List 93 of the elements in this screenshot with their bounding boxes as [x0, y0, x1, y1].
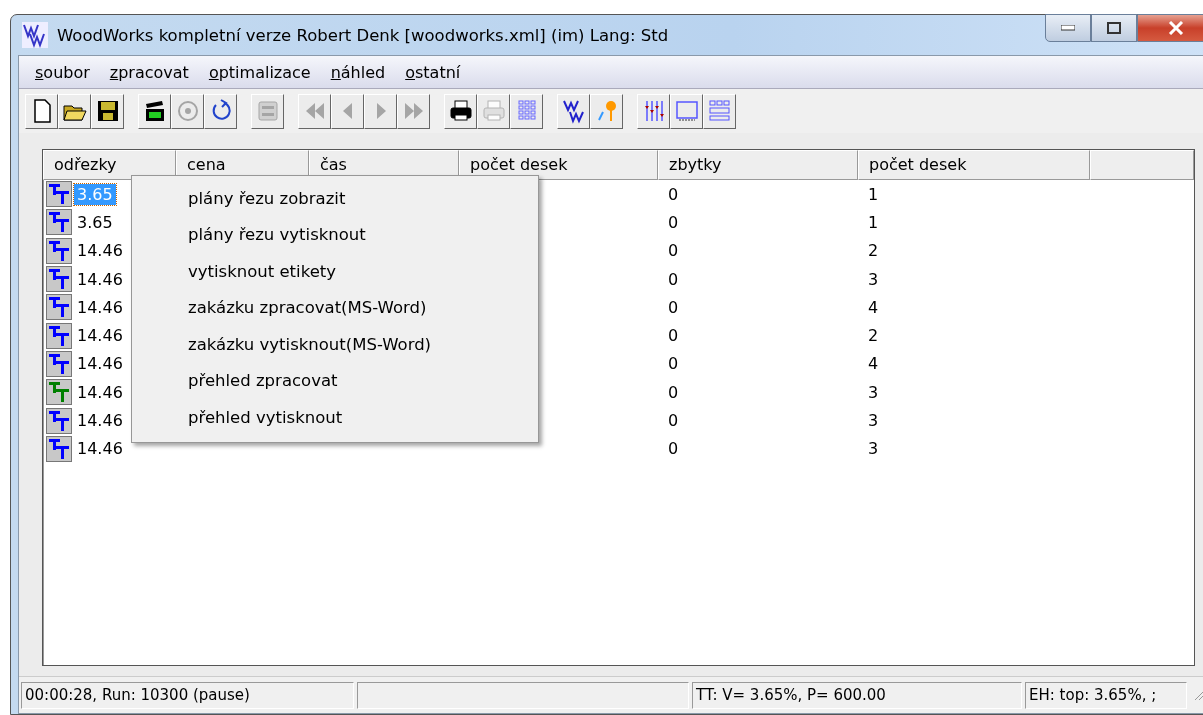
key-icon: [597, 101, 616, 121]
table-cell: 0: [668, 241, 679, 261]
toolbar-button[interactable]: [91, 93, 124, 129]
grid-icon: [518, 100, 535, 120]
toolbar-button[interactable]: [444, 93, 477, 129]
table-cell: 0: [668, 411, 679, 430]
context-menu-item[interactable]: přehled vytisknout: [188, 399, 538, 436]
menu-item[interactable]: zpracovat: [109, 62, 189, 82]
toolbar-button[interactable]: [58, 93, 91, 129]
tt-icon: [46, 350, 72, 377]
table-cell[interactable]: 14.46: [74, 381, 126, 403]
window-title: WoodWorks kompletní verze Robert Denk [woodworks.xml] (im) Lang: Std: [57, 25, 669, 45]
table-cell[interactable]: 14.46: [74, 353, 126, 375]
left-triangle-icon: [342, 103, 352, 119]
table-cell: 1: [868, 184, 879, 204]
fast-forward-icon: [404, 103, 423, 119]
layout-icon: [709, 100, 729, 121]
table-cell: 3: [868, 411, 879, 430]
table-cell: 0: [668, 269, 679, 289]
context-menu-item[interactable]: plány řezu zobrazit: [188, 180, 538, 217]
tt-icon: [46, 407, 72, 434]
table-cell: 3: [868, 382, 879, 402]
menu-item[interactable]: náhled: [330, 62, 386, 82]
maximize-button[interactable]: [1091, 14, 1137, 42]
toolbar-button[interactable]: [138, 93, 171, 129]
status-bar-panel: EH: top: 3.65%, ;: [1025, 681, 1187, 709]
table-cell: 3: [868, 439, 879, 459]
table-cell: 4: [868, 297, 879, 317]
tt-icon: [46, 379, 72, 406]
table-cell[interactable]: 14.46: [74, 240, 126, 262]
toolbar-button[interactable]: [557, 93, 590, 129]
ww-logo-icon: [562, 100, 584, 124]
table-cell: 2: [868, 241, 879, 261]
tt-icon: [46, 294, 72, 321]
column-header[interactable]: odřezky: [43, 150, 176, 180]
tt-icon: [46, 322, 72, 349]
table-cell: 0: [668, 439, 679, 459]
rewind-icon: [305, 103, 324, 119]
close-icon: [1168, 21, 1184, 35]
minimize-button[interactable]: [1045, 14, 1091, 42]
tt-icon: [46, 209, 72, 236]
context-menu-item[interactable]: zakázku vytisknout(MS-Word): [188, 326, 538, 363]
frame-icon: [675, 101, 698, 121]
table-cell: 1: [868, 212, 879, 232]
table-cell[interactable]: 14.46: [74, 268, 126, 290]
menu-item[interactable]: optimalizace: [208, 62, 311, 82]
table-cell: 0: [668, 326, 679, 346]
table-cell: 0: [668, 297, 679, 317]
context-menu-item[interactable]: zakázku zpracovat(MS-Word): [188, 289, 538, 326]
sliders-icon: [644, 100, 664, 122]
table-cell[interactable]: 14.46: [74, 296, 126, 318]
status-bar-panel: TT: V= 3.65%, P= 600.00: [692, 681, 1022, 709]
tt-icon: [46, 181, 72, 208]
column-header[interactable]: zbytky: [658, 150, 858, 180]
context-menu-item[interactable]: plány řezu vytisknout: [188, 216, 538, 253]
table-cell: 3: [868, 269, 879, 289]
table-cell: 0: [668, 354, 679, 374]
table-cell: 0: [668, 212, 679, 232]
right-triangle-icon: [376, 103, 386, 119]
tt-icon: [46, 237, 72, 264]
table-cell[interactable]: 14.46: [74, 438, 126, 460]
table-cell[interactable]: 14.46: [74, 325, 126, 347]
table-cell: 0: [668, 184, 679, 204]
tt-icon: [46, 435, 72, 462]
tt-icon: [46, 266, 72, 293]
table-cell: 2: [868, 326, 879, 346]
status-bar-panel: 00:00:28, Run: 10300 (pause): [21, 681, 354, 709]
open-folder-icon: [63, 105, 86, 121]
column-header[interactable]: počet desek: [459, 150, 658, 180]
minimize-icon: [1061, 25, 1075, 31]
printer-icon: [450, 100, 471, 121]
toolbar-button[interactable]: [25, 93, 58, 129]
resize-grip-icon: [1193, 689, 1203, 701]
close-button[interactable]: [1137, 14, 1203, 42]
table-cell: 0: [668, 382, 679, 402]
table-cell[interactable]: 3.65: [74, 211, 116, 233]
app-logo-icon: [22, 22, 48, 48]
maximize-icon: [1107, 22, 1121, 34]
blank-page-icon: [33, 99, 51, 123]
column-header[interactable]: [1090, 150, 1194, 180]
context-menu-item[interactable]: přehled zpracovat: [188, 362, 538, 399]
column-header[interactable]: počet desek: [858, 150, 1090, 180]
clapperboard-icon: [145, 101, 164, 121]
table-cell[interactable]: 14.46: [74, 410, 126, 431]
target-icon: [177, 101, 198, 121]
table-cell: 4: [868, 354, 879, 374]
menu-item[interactable]: ostatní: [405, 62, 461, 82]
menu-item[interactable]: soubor: [35, 62, 90, 82]
printer-icon: [483, 100, 504, 121]
context-menu-item[interactable]: vytisknout etikety: [188, 253, 538, 290]
refresh-icon: [212, 99, 231, 120]
top-ten-icon: [258, 101, 277, 121]
toolbar-button[interactable]: [204, 93, 237, 129]
